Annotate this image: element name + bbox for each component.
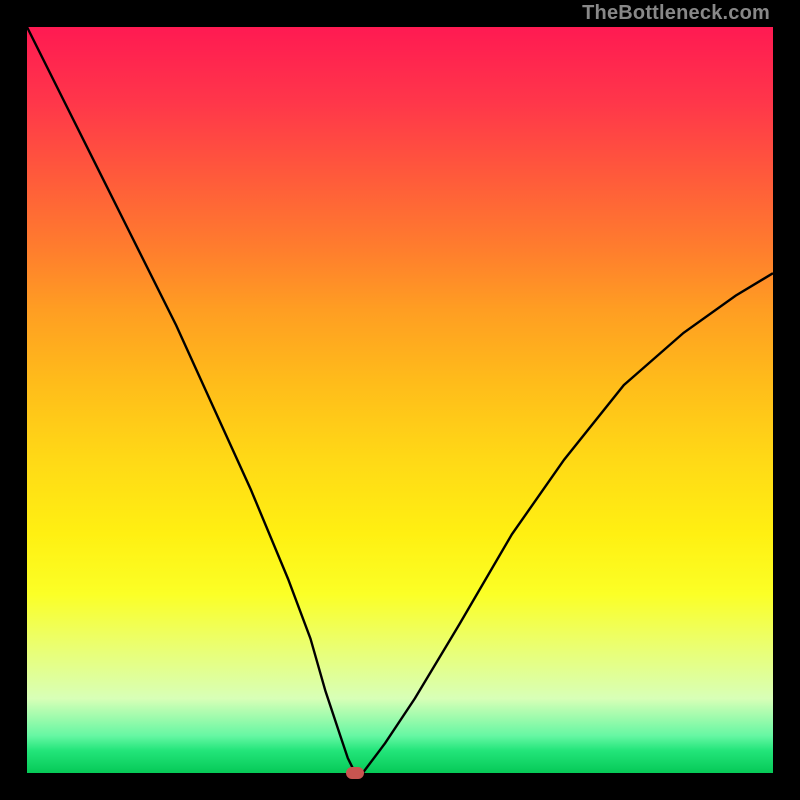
- bottleneck-curve: [27, 27, 773, 773]
- chart-frame: TheBottleneck.com: [0, 0, 800, 800]
- optimal-point-marker: [346, 767, 364, 779]
- plot-area: [27, 27, 773, 773]
- watermark-text: TheBottleneck.com: [582, 2, 770, 25]
